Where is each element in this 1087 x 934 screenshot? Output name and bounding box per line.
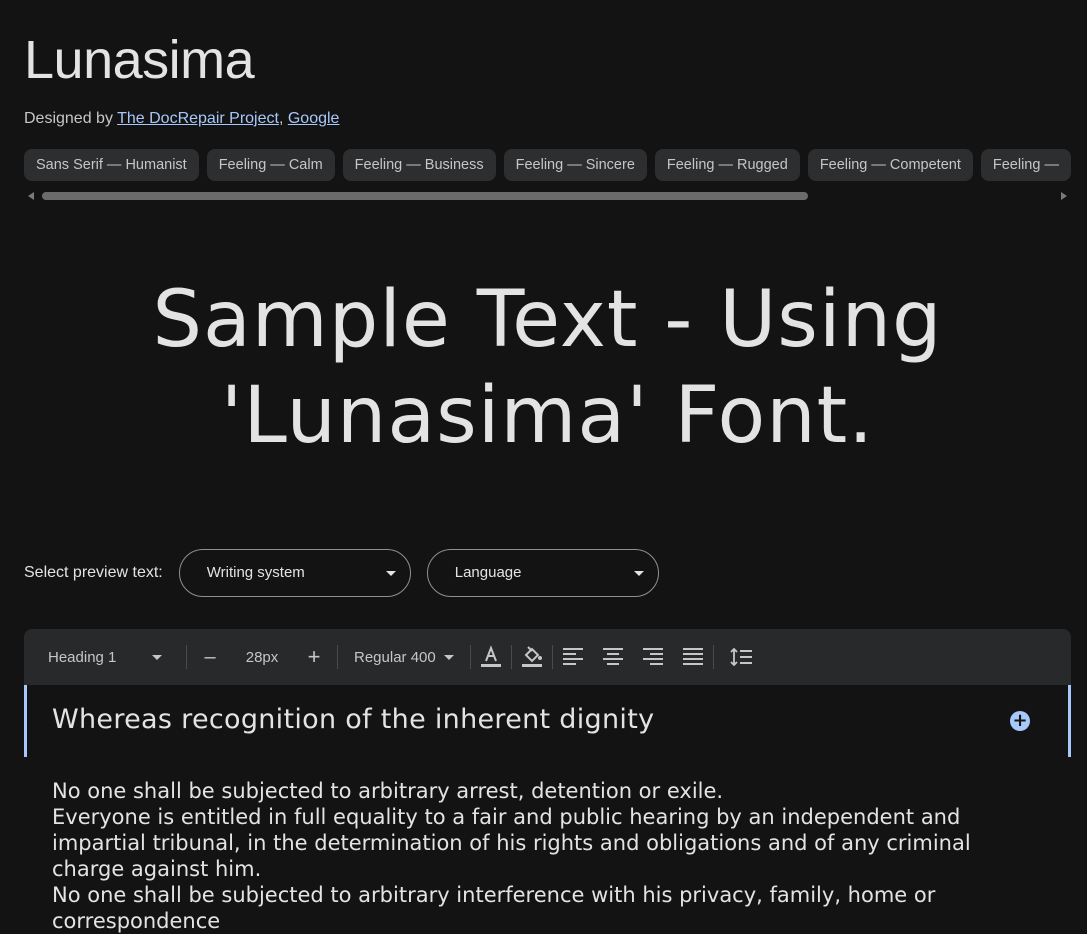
language-value: Language	[454, 564, 522, 581]
align-left-icon	[563, 648, 583, 665]
style-select-value: Heading 1	[48, 648, 117, 666]
fill-color-button[interactable]	[512, 637, 552, 677]
tag-chip[interactable]: Feeling — Calm	[206, 149, 335, 181]
align-justify-icon	[683, 648, 703, 665]
sample-text-preview[interactable]: Sample Text - Using 'Lunasima' Font.	[40, 272, 1055, 464]
designer-link-docrepair[interactable]: The DocRepair Project	[117, 110, 279, 127]
align-center-button[interactable]	[593, 637, 633, 677]
paragraph[interactable]: No one shall be subjected to arbitrary a…	[52, 778, 992, 804]
align-justify-button[interactable]	[673, 637, 713, 677]
designer-line: Designed by The DocRepair Project, Googl…	[24, 110, 339, 128]
writing-system-select[interactable]: Writing system	[178, 549, 411, 597]
align-right-icon	[643, 648, 663, 665]
chevron-down-icon	[152, 654, 163, 660]
language-select[interactable]: Language	[426, 549, 659, 597]
tag-chip[interactable]: Feeling — Sincere	[503, 149, 647, 181]
tag-chips: Sans Serif — Humanist Feeling — Calm Feeli…	[24, 149, 1087, 181]
add-circle-icon[interactable]: +	[1010, 711, 1030, 731]
writing-system-value: Writing system	[206, 564, 305, 581]
tag-chip[interactable]: Sans Serif — Humanist	[24, 149, 199, 181]
chevron-down-icon	[385, 571, 396, 576]
type-tester-editor: Heading 1 – 28px + Regular 400 Whereas r…	[24, 629, 1071, 933]
align-center-icon	[603, 648, 623, 665]
line-height-button[interactable]	[714, 637, 768, 677]
decrease-size-button[interactable]: –	[187, 637, 233, 677]
preview-text-selector: Select preview text: Writing system Lang…	[24, 549, 675, 597]
designer-separator: ,	[278, 110, 284, 127]
fill-color-icon	[522, 646, 542, 667]
body-paragraphs[interactable]: No one shall be subjected to arbitrary a…	[52, 778, 992, 934]
chevron-down-icon	[633, 571, 644, 576]
designed-by-label: Designed by	[24, 110, 113, 127]
tags-scrollbar[interactable]	[24, 189, 1071, 203]
line-height-icon	[730, 648, 752, 666]
align-left-button[interactable]	[553, 637, 593, 677]
scroll-right-arrow-icon[interactable]	[1061, 192, 1067, 200]
paragraph[interactable]: Everyone is entitled in full equality to…	[52, 804, 992, 882]
increase-size-button[interactable]: +	[291, 637, 337, 677]
text-color-icon	[481, 645, 501, 667]
tag-chip[interactable]: Feeling — Business	[342, 149, 496, 181]
heading-line[interactable]: Whereas recognition of the inherent dign…	[24, 685, 1071, 757]
tag-chip[interactable]: Feeling —	[980, 149, 1071, 181]
heading-text[interactable]: Whereas recognition of the inherent dign…	[52, 704, 654, 735]
scrollbar-thumb[interactable]	[42, 192, 808, 200]
font-title: Lunasima	[24, 30, 255, 90]
align-right-button[interactable]	[633, 637, 673, 677]
scroll-left-arrow-icon[interactable]	[28, 192, 34, 200]
paragraph[interactable]: No one shall be subjected to arbitrary i…	[52, 882, 992, 934]
tag-chip[interactable]: Feeling — Rugged	[654, 149, 800, 181]
preview-label: Select preview text:	[24, 564, 163, 581]
designer-link-google[interactable]: Google	[288, 110, 340, 127]
chevron-down-icon	[443, 654, 454, 660]
text-color-button[interactable]	[471, 637, 511, 677]
style-select[interactable]: Heading 1	[24, 637, 174, 677]
weight-select[interactable]: Regular 400	[338, 637, 470, 677]
weight-select-value: Regular 400	[354, 648, 436, 666]
editor-toolbar: Heading 1 – 28px + Regular 400	[24, 629, 1071, 685]
tag-chip[interactable]: Feeling — Competent	[807, 149, 973, 181]
font-size-value[interactable]: 28px	[233, 637, 291, 677]
